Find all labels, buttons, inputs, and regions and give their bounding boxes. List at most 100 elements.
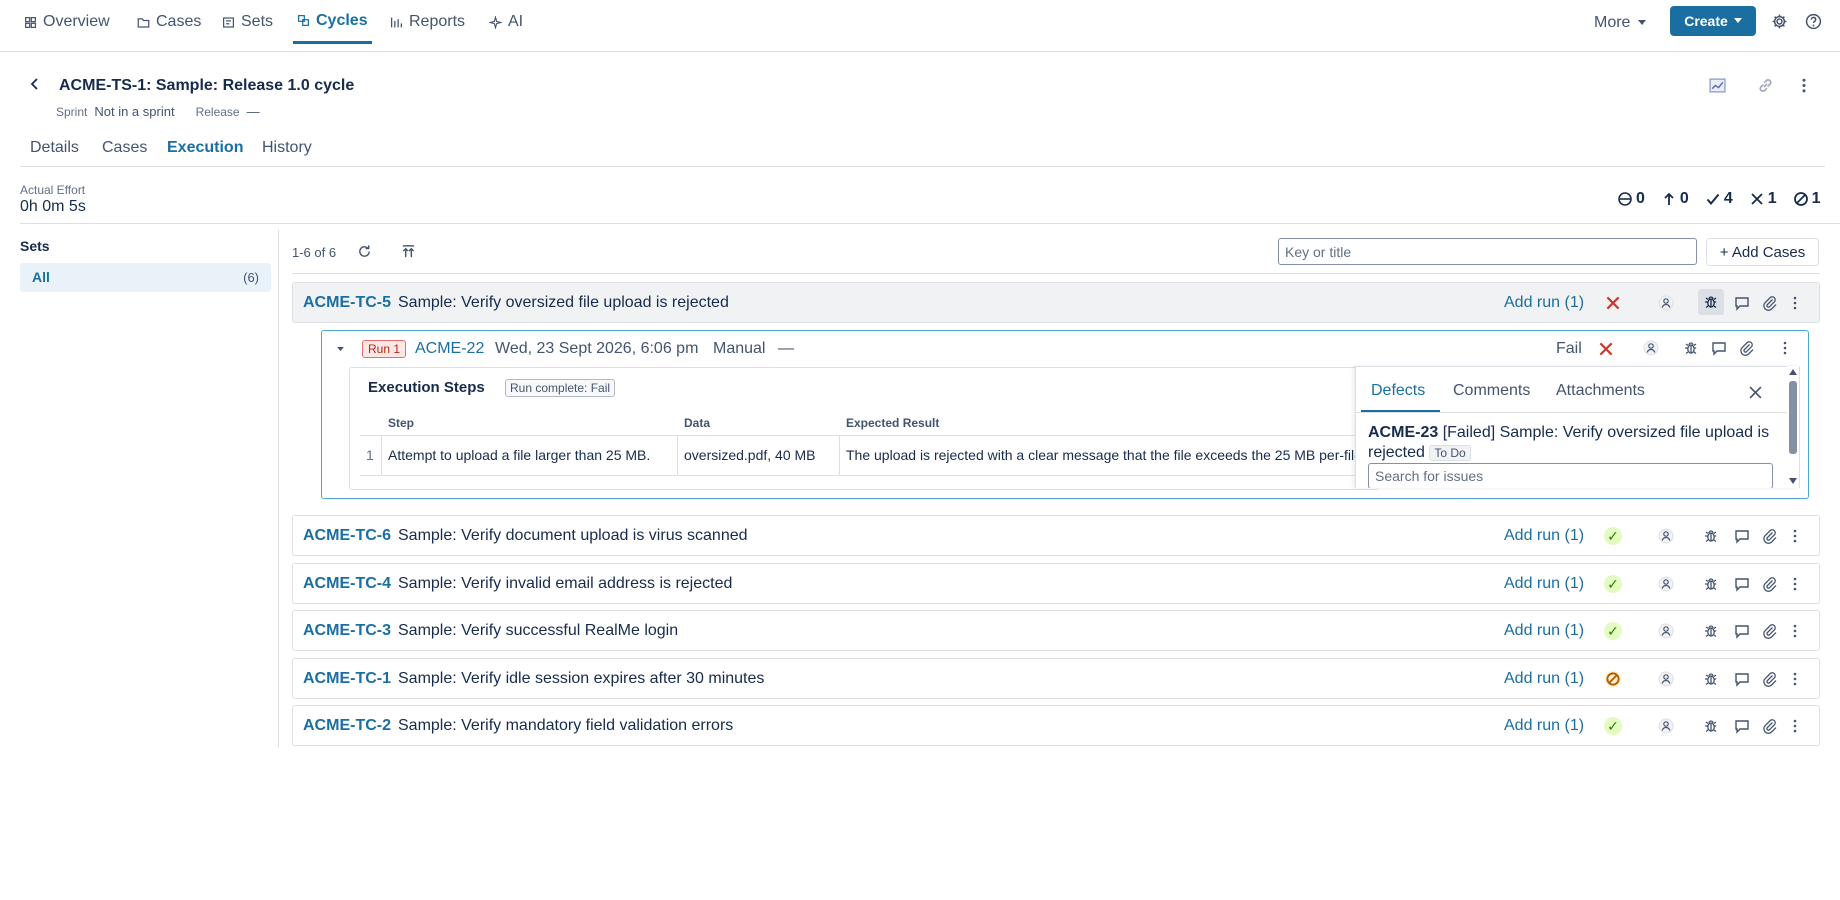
bug-icon[interactable]: [1703, 718, 1719, 734]
more-actions-icon[interactable]: [1792, 295, 1798, 311]
user-icon[interactable]: [1658, 528, 1674, 544]
user-icon[interactable]: [1658, 295, 1674, 311]
add-run-button[interactable]: Add run (1): [1504, 622, 1584, 640]
tab-cycles[interactable]: Cycles: [293, 0, 372, 44]
comment-icon[interactable]: [1734, 623, 1750, 639]
comment-icon[interactable]: [1734, 295, 1750, 311]
user-icon[interactable]: [1658, 718, 1674, 734]
comment-icon[interactable]: [1711, 340, 1727, 356]
add-cases-button[interactable]: + Add Cases: [1706, 238, 1819, 266]
column-header-data: Data: [684, 416, 711, 430]
case-row[interactable]: ACME-TC-3 Sample: Verify successful Real…: [292, 610, 1820, 651]
case-key[interactable]: ACME-TC-5: [303, 294, 391, 312]
case-row[interactable]: ACME-TC-5 Sample: Verify oversized file …: [292, 282, 1820, 323]
report-chart-icon[interactable]: [1709, 77, 1726, 94]
more-actions-icon[interactable]: [1792, 576, 1798, 592]
subtab-details[interactable]: Details: [30, 139, 79, 157]
user-icon[interactable]: [1658, 623, 1674, 639]
more-actions-icon[interactable]: [1792, 528, 1798, 544]
user-icon[interactable]: [1658, 576, 1674, 592]
user-icon[interactable]: [1658, 671, 1674, 687]
bug-icon[interactable]: [1703, 528, 1719, 544]
tab-reports[interactable]: Reports: [386, 0, 469, 44]
tab-overview[interactable]: Overview: [20, 0, 114, 44]
in-progress-count: 0: [1679, 190, 1689, 207]
gear-icon[interactable]: [1771, 13, 1788, 30]
refresh-icon[interactable]: [357, 244, 372, 259]
run-key[interactable]: ACME-22: [415, 340, 484, 358]
bug-icon[interactable]: [1703, 671, 1719, 687]
pass-icon[interactable]: ✓: [1604, 575, 1622, 593]
defect-search-input[interactable]: [1368, 463, 1773, 488]
divider: [20, 223, 1840, 224]
add-run-button[interactable]: Add run (1): [1504, 670, 1584, 688]
attachment-icon[interactable]: [1762, 528, 1778, 544]
bug-button[interactable]: [1698, 289, 1724, 315]
sidebar-item-all[interactable]: All (6): [20, 263, 271, 292]
close-icon[interactable]: [1749, 386, 1762, 399]
attachment-icon[interactable]: [1762, 576, 1778, 592]
comment-icon[interactable]: [1734, 718, 1750, 734]
fail-icon[interactable]: [1597, 340, 1615, 358]
add-run-button[interactable]: Add run (1): [1504, 717, 1584, 735]
more-actions-icon[interactable]: [1792, 718, 1798, 734]
attachment-icon[interactable]: [1762, 295, 1778, 311]
add-run-button[interactable]: Add run (1): [1504, 527, 1584, 545]
more-actions-icon[interactable]: [1782, 340, 1788, 356]
pass-icon[interactable]: ✓: [1604, 527, 1622, 545]
collapse-all-icon[interactable]: [401, 244, 416, 259]
back-icon[interactable]: [29, 78, 41, 90]
attachment-icon[interactable]: [1762, 623, 1778, 639]
tab-sets[interactable]: Sets: [218, 0, 277, 44]
subtab-execution[interactable]: Execution: [167, 139, 243, 157]
scroll-down-icon[interactable]: [1789, 478, 1797, 484]
bug-icon[interactable]: [1683, 340, 1699, 356]
scroll-thumb[interactable]: [1789, 381, 1797, 454]
poptab-attachments[interactable]: Attachments: [1556, 382, 1645, 400]
case-key[interactable]: ACME-TC-2: [303, 717, 391, 735]
pass-icon[interactable]: ✓: [1604, 622, 1622, 640]
case-row[interactable]: ACME-TC-4 Sample: Verify invalid email a…: [292, 563, 1820, 604]
attachment-icon[interactable]: [1762, 718, 1778, 734]
collapse-run-icon[interactable]: [337, 347, 344, 352]
tab-ai[interactable]: AI: [485, 0, 527, 44]
more-actions-icon[interactable]: [1792, 671, 1798, 687]
more-menu[interactable]: More: [1594, 14, 1647, 32]
poptab-defects[interactable]: Defects: [1371, 382, 1425, 400]
case-key[interactable]: ACME-TC-4: [303, 575, 391, 593]
help-icon[interactable]: [1805, 13, 1822, 30]
bug-icon[interactable]: [1703, 623, 1719, 639]
fail-icon[interactable]: [1604, 294, 1622, 312]
defect-item[interactable]: ACME-23 [Failed] Sample: Verify oversize…: [1368, 423, 1783, 463]
popover-scrollbar[interactable]: [1787, 366, 1799, 488]
case-key[interactable]: ACME-TC-1: [303, 670, 391, 688]
more-actions-icon[interactable]: [1800, 77, 1808, 94]
create-button[interactable]: Create: [1670, 6, 1756, 36]
bug-icon[interactable]: [1703, 576, 1719, 592]
tab-cases[interactable]: Cases: [133, 0, 205, 44]
case-row[interactable]: ACME-TC-2 Sample: Verify mandatory field…: [292, 705, 1820, 746]
link-icon[interactable]: [1757, 77, 1774, 94]
comment-icon[interactable]: [1734, 528, 1750, 544]
case-row[interactable]: ACME-TC-1 Sample: Verify idle session ex…: [292, 658, 1820, 699]
subtab-cases[interactable]: Cases: [102, 139, 147, 157]
pass-icon[interactable]: ✓: [1604, 717, 1622, 735]
scroll-up-icon[interactable]: [1789, 369, 1797, 375]
subtab-history[interactable]: History: [262, 139, 312, 157]
case-key[interactable]: ACME-TC-3: [303, 622, 391, 640]
comment-icon[interactable]: [1734, 576, 1750, 592]
attachment-icon[interactable]: [1739, 340, 1755, 356]
sprint-meta: Sprint Not in a sprint Release —: [56, 104, 260, 119]
comment-icon[interactable]: [1734, 671, 1750, 687]
case-row[interactable]: ACME-TC-6 Sample: Verify document upload…: [292, 515, 1820, 556]
user-icon[interactable]: [1643, 340, 1659, 356]
add-run-button[interactable]: Add run (1): [1504, 294, 1584, 312]
attachment-icon[interactable]: [1762, 671, 1778, 687]
more-actions-icon[interactable]: [1792, 623, 1798, 639]
case-key[interactable]: ACME-TC-6: [303, 527, 391, 545]
poptab-comments[interactable]: Comments: [1453, 382, 1530, 400]
add-run-button[interactable]: Add run (1): [1504, 575, 1584, 593]
search-input[interactable]: [1278, 238, 1697, 265]
cycle-icon: [298, 15, 309, 26]
blocked-icon[interactable]: [1604, 670, 1622, 688]
